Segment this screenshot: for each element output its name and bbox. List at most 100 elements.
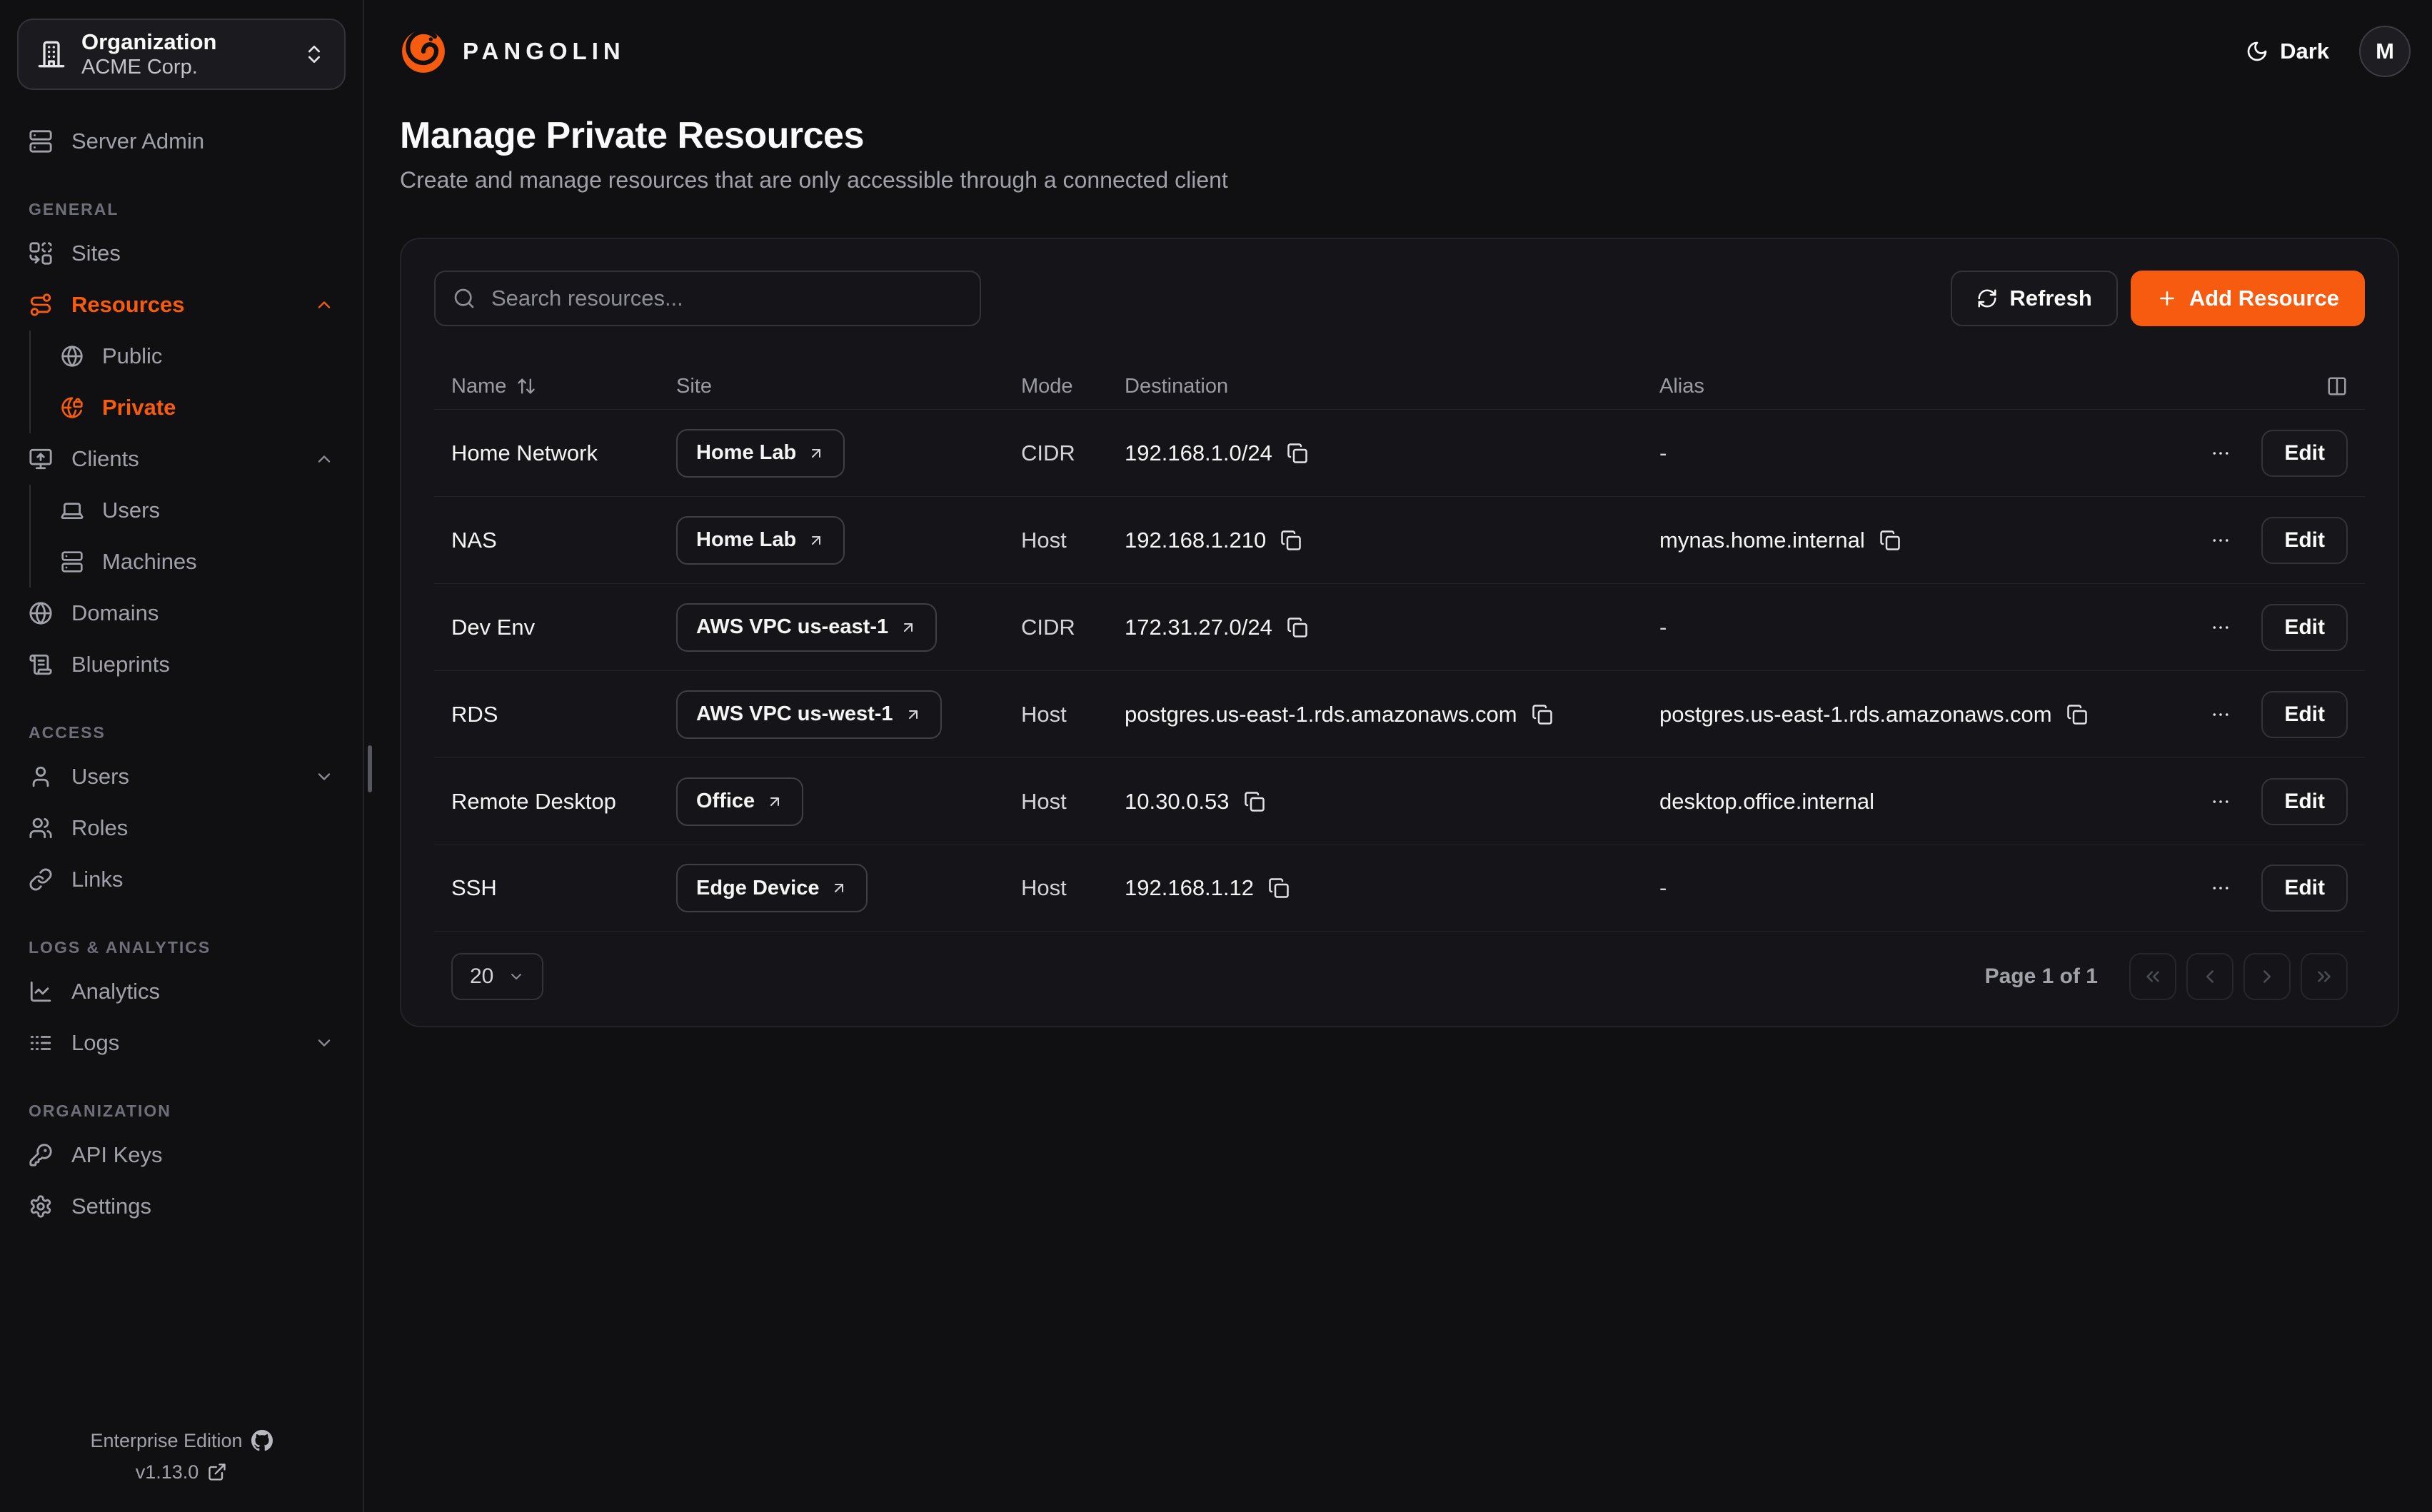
site-link[interactable]: AWS VPC us-east-1	[676, 603, 937, 652]
sidebar-item-analytics[interactable]: Analytics	[29, 966, 334, 1017]
sidebar-item-api-keys[interactable]: API Keys	[29, 1129, 334, 1181]
server-icon	[29, 129, 53, 153]
sidebar-item-settings[interactable]: Settings	[29, 1181, 334, 1232]
users-icon	[29, 816, 53, 840]
globe-icon	[61, 345, 84, 368]
sidebar-item-public[interactable]: Public	[61, 331, 334, 382]
copy-destination-button[interactable]	[1244, 791, 1265, 812]
resource-mode: Host	[1021, 875, 1067, 901]
avatar[interactable]: M	[2359, 26, 2411, 77]
moon-icon	[2246, 40, 2268, 63]
sidebar-item-links[interactable]: Links	[29, 854, 334, 905]
ellipsis-icon	[2210, 530, 2231, 551]
resource-mode: Host	[1021, 528, 1067, 553]
row-menu-button[interactable]	[2210, 877, 2231, 899]
table-row: Home Network Home Lab CIDR 192.168.1.0/2…	[434, 409, 2365, 496]
edit-button[interactable]: Edit	[2261, 865, 2348, 912]
copy-icon	[1287, 617, 1308, 638]
github-icon[interactable]	[251, 1430, 273, 1451]
row-menu-button[interactable]	[2210, 530, 2231, 551]
copy-icon	[1244, 791, 1265, 812]
sidebar-item-machines[interactable]: Machines	[61, 536, 334, 588]
sidebar-item-label: Analytics	[71, 979, 160, 1004]
pangolin-logo-icon	[400, 28, 447, 75]
next-page-button[interactable]	[2243, 953, 2291, 1000]
sidebar-item-users-clients[interactable]: Users	[61, 485, 334, 536]
edit-button[interactable]: Edit	[2261, 517, 2348, 564]
refresh-button[interactable]: Refresh	[1951, 271, 2117, 326]
row-menu-button[interactable]	[2210, 617, 2231, 638]
copy-alias-button[interactable]	[1879, 530, 1901, 551]
copy-destination-button[interactable]	[1532, 704, 1553, 725]
sidebar-item-blueprints[interactable]: Blueprints	[29, 639, 334, 690]
destination-value: postgres.us-east-1.rds.amazonaws.com	[1125, 702, 1517, 727]
copy-icon	[1879, 530, 1901, 551]
row-menu-button[interactable]	[2210, 443, 2231, 464]
column-header-alias: Alias	[1659, 375, 2155, 398]
copy-destination-button[interactable]	[1280, 530, 1302, 551]
sidebar-item-label: Logs	[71, 1030, 119, 1056]
user-icon	[29, 765, 53, 789]
sidebar-scrollbar-thumb[interactable]	[368, 745, 372, 792]
first-page-button[interactable]	[2129, 953, 2176, 1000]
row-menu-button[interactable]	[2210, 704, 2231, 725]
external-link-icon[interactable]	[207, 1462, 227, 1482]
resource-name: Home Network	[451, 440, 598, 466]
add-resource-button[interactable]: Add Resource	[2131, 271, 2365, 326]
sidebar-item-roles[interactable]: Roles	[29, 802, 334, 854]
sidebar-item-domains[interactable]: Domains	[29, 588, 334, 639]
edit-button[interactable]: Edit	[2261, 691, 2348, 738]
previous-page-button[interactable]	[2186, 953, 2233, 1000]
ellipsis-icon	[2210, 877, 2231, 899]
edit-button[interactable]: Edit	[2261, 430, 2348, 477]
sidebar-item-sites[interactable]: Sites	[29, 228, 334, 279]
sidebar-item-users[interactable]: Users	[29, 751, 334, 802]
column-header-name[interactable]: Name	[451, 375, 676, 398]
chevrons-up-down-icon	[303, 43, 326, 66]
resource-mode: Host	[1021, 702, 1067, 727]
sidebar-item-clients[interactable]: Clients	[29, 433, 334, 485]
ellipsis-icon	[2210, 443, 2231, 464]
destination-value: 192.168.1.210	[1125, 528, 1266, 553]
edit-button[interactable]: Edit	[2261, 778, 2348, 825]
sidebar-item-server-admin[interactable]: Server Admin	[29, 116, 334, 167]
columns-toggle-icon[interactable]	[2326, 376, 2348, 397]
globe-icon	[29, 601, 53, 625]
organization-selector[interactable]: Organization ACME Corp.	[17, 19, 346, 90]
table-row: NAS Home Lab Host 192.168.1.210 mynas.ho…	[434, 496, 2365, 583]
row-menu-button[interactable]	[2210, 791, 2231, 812]
site-link[interactable]: Edge Device	[676, 864, 868, 912]
table-header-row: Name Site Mode Destination Alias	[434, 363, 2365, 409]
site-link[interactable]: Office	[676, 777, 803, 826]
chevron-down-icon	[314, 1033, 334, 1053]
theme-toggle[interactable]: Dark	[2246, 39, 2329, 64]
copy-destination-button[interactable]	[1287, 443, 1308, 464]
sidebar: Organization ACME Corp. Server AdminGENE…	[0, 0, 364, 1512]
search-input[interactable]	[434, 271, 981, 326]
copy-destination-button[interactable]	[1268, 877, 1290, 899]
arrow-up-right-icon	[808, 532, 825, 549]
alias-value: -	[1659, 875, 1667, 901]
site-link[interactable]: AWS VPC us-west-1	[676, 690, 942, 739]
site-link[interactable]: Home Lab	[676, 429, 845, 478]
site-name: Office	[696, 790, 755, 813]
copy-alias-button[interactable]	[2066, 704, 2088, 725]
version-label[interactable]: v1.13.0	[136, 1456, 199, 1488]
route-icon	[29, 293, 53, 317]
page-subtitle: Create and manage resources that are onl…	[400, 167, 2396, 193]
sidebar-item-logs[interactable]: Logs	[29, 1017, 334, 1069]
edition-label: Enterprise Edition	[90, 1425, 242, 1456]
sidebar-item-resources[interactable]: Resources	[29, 279, 334, 331]
scroll-text-icon	[29, 652, 53, 677]
arrow-up-right-icon	[766, 793, 783, 810]
site-link[interactable]: Home Lab	[676, 516, 845, 565]
edit-button[interactable]: Edit	[2261, 604, 2348, 651]
sidebar-item-private[interactable]: Private	[61, 382, 334, 433]
page-size-select[interactable]: 20	[451, 953, 543, 1000]
alias-value: -	[1659, 615, 1667, 640]
last-page-button[interactable]	[2301, 953, 2348, 1000]
site-name: Home Lab	[696, 441, 796, 465]
copy-destination-button[interactable]	[1287, 617, 1308, 638]
destination-value: 192.168.1.12	[1125, 875, 1254, 901]
copy-icon	[1287, 443, 1308, 464]
